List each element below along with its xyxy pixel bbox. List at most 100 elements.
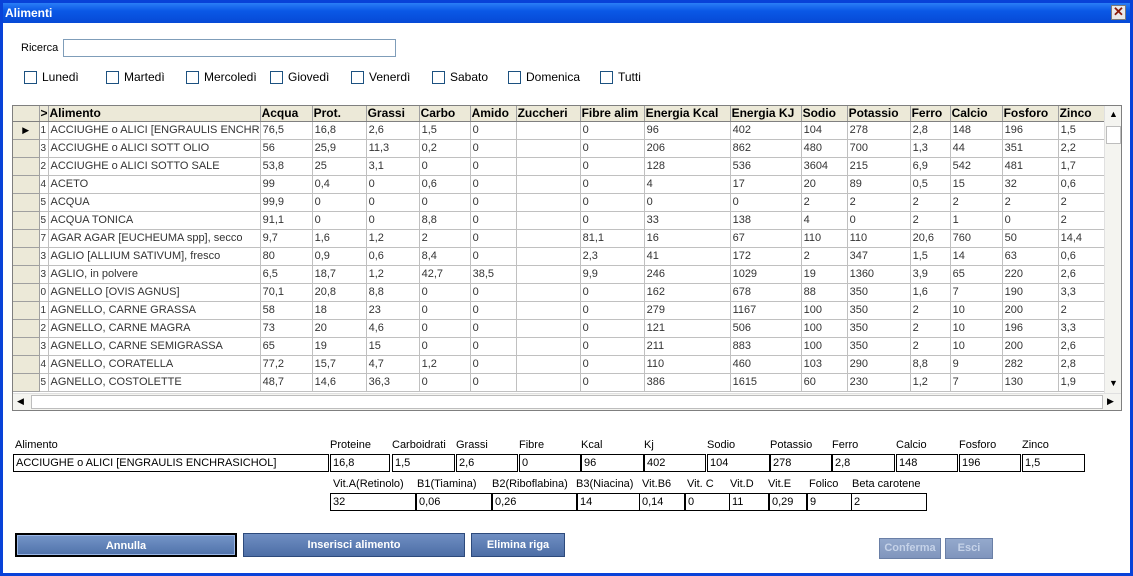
- table-cell[interactable]: 33: [644, 211, 731, 230]
- table-cell[interactable]: 41: [644, 247, 731, 266]
- table-cell[interactable]: 0,6: [419, 175, 471, 194]
- table-cell[interactable]: 350: [847, 337, 911, 356]
- table-cell[interactable]: 0,6: [1058, 175, 1109, 194]
- table-cell[interactable]: [516, 319, 581, 338]
- table-cell[interactable]: 10: [950, 319, 1003, 338]
- table-cell[interactable]: 128: [644, 157, 731, 176]
- table-cell[interactable]: 350: [847, 301, 911, 320]
- table-cell[interactable]: 2: [419, 229, 471, 248]
- table-cell[interactable]: 3,1: [366, 157, 420, 176]
- table-row[interactable]: 4 AGNELLO, CORATELLA 77,2 15,7 4,7 1,2 0 0 110 46…: [13, 355, 1109, 374]
- detail-field[interactable]: 196: [959, 454, 1021, 472]
- table-cell[interactable]: 5: [39, 373, 49, 392]
- table-cell[interactable]: AGNELLO, CARNE MAGRA: [48, 319, 261, 338]
- table-cell[interactable]: 220: [1002, 265, 1059, 284]
- table-cell[interactable]: 0: [470, 211, 517, 230]
- vitamin-field[interactable]: 11: [729, 493, 769, 511]
- food-grid[interactable]: > Alimento Acqua Prot. Grassi Carbo Amido Zucch…: [12, 105, 1122, 411]
- table-cell[interactable]: 0: [419, 337, 471, 356]
- table-cell[interactable]: 3: [39, 265, 49, 284]
- table-cell[interactable]: 3604: [801, 157, 848, 176]
- table-cell[interactable]: 2: [1058, 211, 1109, 230]
- table-cell[interactable]: 130: [1002, 373, 1059, 392]
- table-cell[interactable]: 2,6: [366, 121, 420, 140]
- column-header[interactable]: Zinco: [1058, 106, 1109, 122]
- table-cell[interactable]: 506: [730, 319, 802, 338]
- table-cell[interactable]: 2,8: [910, 121, 951, 140]
- table-cell[interactable]: [516, 157, 581, 176]
- table-cell[interactable]: 0: [419, 301, 471, 320]
- table-cell[interactable]: 2,6: [1058, 337, 1109, 356]
- table-cell[interactable]: 1: [39, 301, 49, 320]
- table-cell[interactable]: 0: [419, 283, 471, 302]
- table-cell[interactable]: 0: [366, 175, 420, 194]
- table-cell[interactable]: ACCIUGHE o ALICI [ENGRAULIS ENCHR: [48, 121, 261, 140]
- table-cell[interactable]: 32: [1002, 175, 1059, 194]
- horizontal-scroll-thumb[interactable]: [31, 395, 1103, 409]
- table-cell[interactable]: 215: [847, 157, 911, 176]
- table-row[interactable]: 4 ACETO 99 0,4 0 0,6 0 0 4 17 20 89 0,5 15 32 0,6: [13, 175, 1109, 194]
- table-cell[interactable]: 1,2: [419, 355, 471, 374]
- table-cell[interactable]: 1,5: [1058, 121, 1109, 140]
- row-selector[interactable]: [13, 265, 40, 284]
- table-cell[interactable]: 0: [312, 211, 367, 230]
- current-row-icon[interactable]: ▶: [13, 121, 40, 140]
- table-cell[interactable]: 196: [1002, 319, 1059, 338]
- table-cell[interactable]: 104: [801, 121, 848, 140]
- table-cell[interactable]: 1,2: [366, 229, 420, 248]
- table-cell[interactable]: 1167: [730, 301, 802, 320]
- detail-field[interactable]: 1,5: [1022, 454, 1085, 472]
- table-cell[interactable]: 20: [801, 175, 848, 194]
- table-cell[interactable]: 4,7: [366, 355, 420, 374]
- scroll-down-icon[interactable]: ▼: [1109, 378, 1118, 388]
- table-cell[interactable]: AGNELLO, CARNE GRASSA: [48, 301, 261, 320]
- table-cell[interactable]: 18,7: [312, 265, 367, 284]
- table-cell[interactable]: 4: [644, 175, 731, 194]
- table-cell[interactable]: 50: [1002, 229, 1059, 248]
- table-cell[interactable]: 2: [910, 211, 951, 230]
- table-cell[interactable]: 190: [1002, 283, 1059, 302]
- checkbox-mercoledi[interactable]: Mercoledì: [186, 69, 257, 85]
- table-cell[interactable]: 89: [847, 175, 911, 194]
- table-cell[interactable]: 0: [580, 373, 645, 392]
- table-cell[interactable]: 386: [644, 373, 731, 392]
- table-cell[interactable]: ACQUA: [48, 193, 261, 212]
- table-cell[interactable]: 0: [580, 175, 645, 194]
- table-cell[interactable]: [516, 211, 581, 230]
- table-cell[interactable]: 148: [950, 121, 1003, 140]
- table-cell[interactable]: 678: [730, 283, 802, 302]
- table-cell[interactable]: 0: [470, 283, 517, 302]
- table-cell[interactable]: 172: [730, 247, 802, 266]
- table-row[interactable]: 3 AGNELLO, CARNE SEMIGRASSA 65 19 15 0 0 0 211 88…: [13, 337, 1109, 356]
- table-cell[interactable]: 351: [1002, 139, 1059, 158]
- table-cell[interactable]: 14,4: [1058, 229, 1109, 248]
- table-cell[interactable]: [516, 283, 581, 302]
- table-cell[interactable]: 2: [1002, 193, 1059, 212]
- table-cell[interactable]: 60: [801, 373, 848, 392]
- table-cell[interactable]: 0: [847, 211, 911, 230]
- table-cell[interactable]: 10: [950, 337, 1003, 356]
- table-cell[interactable]: 350: [847, 283, 911, 302]
- vitamin-field[interactable]: 2: [851, 493, 927, 511]
- table-cell[interactable]: [516, 193, 581, 212]
- table-cell[interactable]: 2: [39, 319, 49, 338]
- elimina-riga-button[interactable]: Elimina riga: [471, 533, 565, 557]
- column-header[interactable]: Prot.: [312, 106, 367, 122]
- table-cell[interactable]: 17: [730, 175, 802, 194]
- detail-field[interactable]: 2,6: [456, 454, 518, 472]
- column-header[interactable]: Alimento: [48, 106, 261, 122]
- table-cell[interactable]: 0: [580, 301, 645, 320]
- table-cell[interactable]: 0,9: [312, 247, 367, 266]
- esci-button[interactable]: Esci: [945, 538, 993, 559]
- search-input[interactable]: [63, 39, 396, 57]
- table-cell[interactable]: 0: [730, 193, 802, 212]
- table-cell[interactable]: 0: [470, 301, 517, 320]
- detail-field[interactable]: ACCIUGHE o ALICI [ENGRAULIS ENCHRASICHOL…: [13, 454, 329, 472]
- table-cell[interactable]: AGNELLO, CARNE SEMIGRASSA: [48, 337, 261, 356]
- table-row[interactable]: 0 AGNELLO [OVIS AGNUS] 70,1 20,8 8,8 0 0 0 162 67…: [13, 283, 1109, 302]
- table-cell[interactable]: 44: [950, 139, 1003, 158]
- table-row[interactable]: 5 AGNELLO, COSTOLETTE 48,7 14,6 36,3 0 0 0 386 16…: [13, 373, 1109, 392]
- table-cell[interactable]: 9: [950, 355, 1003, 374]
- row-selector[interactable]: [13, 373, 40, 392]
- table-cell[interactable]: [516, 247, 581, 266]
